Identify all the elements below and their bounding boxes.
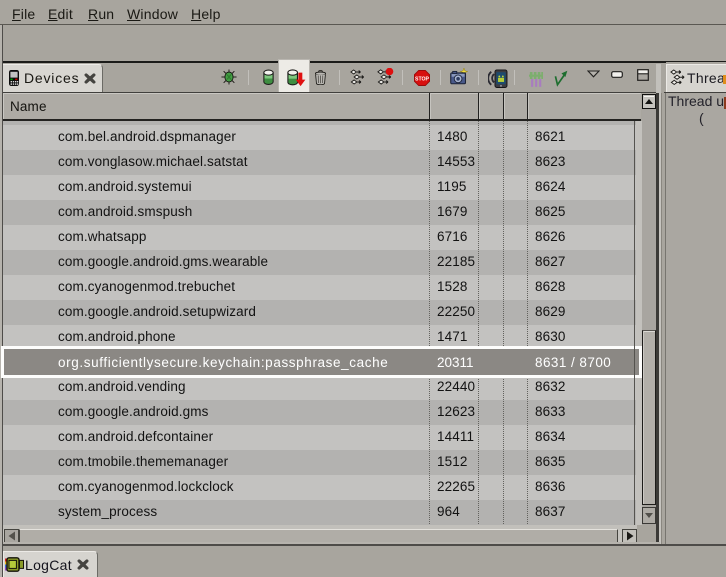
svg-text:STOP: STOP [415, 76, 430, 82]
